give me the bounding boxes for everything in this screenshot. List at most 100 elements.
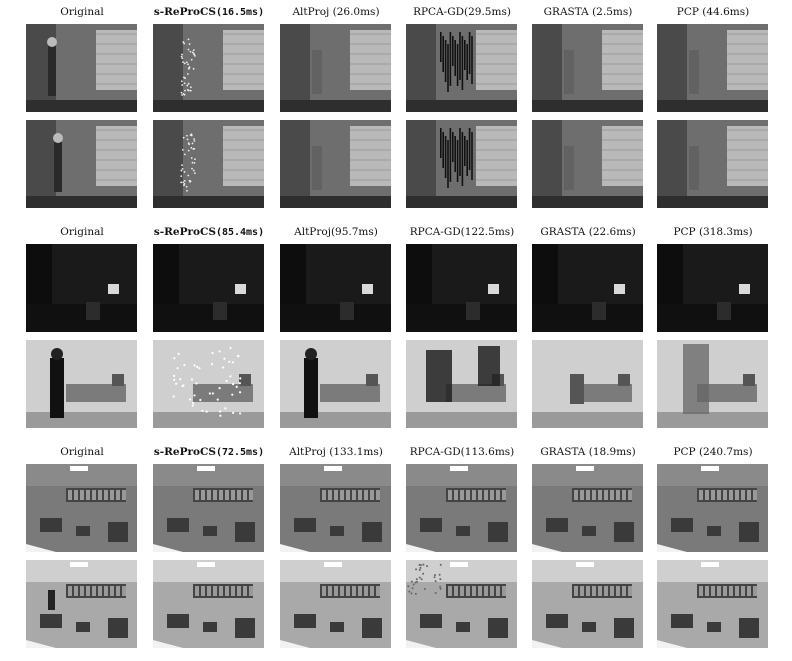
frame-image [532, 120, 643, 208]
frame-image [26, 464, 137, 552]
video-frame-lab [406, 244, 517, 332]
frame-image [280, 24, 391, 112]
runtime-label: (18.9ms) [585, 446, 635, 458]
frame-image [153, 464, 264, 552]
method-name: AltProj [292, 6, 329, 18]
video-frame-office [153, 24, 264, 112]
video-frame-lobby [532, 464, 643, 552]
column-label: Original [26, 226, 138, 239]
frame-image [26, 120, 137, 208]
frame-image [153, 560, 264, 648]
frame-image [532, 340, 643, 428]
method-name: Original [60, 446, 103, 458]
method-name: Original [60, 6, 103, 18]
method-name: AltProj [289, 446, 326, 458]
method-name: s-ReProCS [154, 6, 216, 18]
video-frame-lobby [280, 560, 391, 648]
column-label: GRASTA (18.9ms) [532, 446, 644, 459]
method-name: PCP [673, 226, 695, 238]
video-frame-office [26, 120, 137, 208]
column-label: AltProj(95.7ms) [280, 226, 392, 239]
video-frame-lobby [406, 464, 517, 552]
runtime-label: (95.7ms) [331, 226, 378, 238]
video-frame-lobby [532, 560, 643, 648]
frame-image [657, 464, 768, 552]
frame-image [406, 24, 517, 112]
column-label: AltProj (26.0ms) [280, 6, 392, 19]
runtime-label: (26.0ms) [329, 6, 379, 18]
column-label: AltProj (133.1ms) [280, 446, 392, 459]
video-frame-lobby [657, 560, 768, 648]
runtime-label: (318.3ms) [696, 226, 753, 238]
video-frame-lobby [153, 464, 264, 552]
video-frame-office [153, 120, 264, 208]
video-frame-office [657, 120, 768, 208]
column-label: GRASTA (22.6ms) [532, 226, 644, 239]
column-label: Original [26, 446, 138, 459]
frame-image [532, 560, 643, 648]
column-label: RPCA-GD(122.5ms) [406, 226, 518, 239]
runtime-label: (113.6ms) [461, 446, 515, 458]
comparison-group-lobby: Original s-ReProCS(72.5ms) AltProj (133.1m… [0, 446, 792, 648]
frame-image [153, 24, 264, 112]
video-frame-lobby [406, 560, 517, 648]
video-frame-office [280, 24, 391, 112]
frame-image [657, 340, 768, 428]
frame-image [153, 244, 264, 332]
video-frame-lab [406, 340, 517, 428]
runtime-label: (44.6ms) [699, 6, 749, 18]
video-frame-lobby [657, 464, 768, 552]
method-name: GRASTA [540, 226, 585, 238]
video-frame-office [280, 120, 391, 208]
column-label: RPCA-GD(29.5ms) [406, 6, 518, 19]
video-frame-lab [26, 340, 137, 428]
video-frame-lab [153, 244, 264, 332]
column-label: s-ReProCS(16.5ms) [153, 6, 265, 19]
video-frame-office [532, 120, 643, 208]
comparison-group-office: Original s-ReProCS(16.5ms) AltProj (26.0ms… [0, 6, 792, 208]
frame-image [406, 244, 517, 332]
column-label: RPCA-GD(113.6ms) [406, 446, 518, 459]
column-label: GRASTA (2.5ms) [532, 6, 644, 19]
frame-image [657, 120, 768, 208]
method-name: s-ReProCS [154, 226, 216, 238]
method-name: RPCA-GD [413, 6, 464, 18]
frame-image [26, 244, 137, 332]
frame-image [153, 120, 264, 208]
video-frame-lobby [153, 560, 264, 648]
runtime-label: (240.7ms) [696, 446, 753, 458]
method-name: Original [60, 226, 103, 238]
frame-image [280, 464, 391, 552]
runtime-label: (133.1ms) [326, 446, 383, 458]
frame-image [657, 244, 768, 332]
frame-image [657, 560, 768, 648]
method-name: RPCA-GD [410, 226, 461, 238]
video-frame-office [657, 24, 768, 112]
runtime-label: (72.5ms) [216, 447, 264, 458]
video-frame-lab [532, 340, 643, 428]
frame-image [532, 464, 643, 552]
video-frame-lab [657, 340, 768, 428]
video-frame-lobby [26, 560, 137, 648]
video-frame-lab [280, 244, 391, 332]
frame-image [406, 120, 517, 208]
runtime-label: (122.5ms) [461, 226, 515, 238]
frame-image [26, 340, 137, 428]
frame-image [406, 340, 517, 428]
video-frame-lab [280, 340, 391, 428]
video-frame-lab [532, 244, 643, 332]
video-frame-lobby [26, 464, 137, 552]
column-label: Original [26, 6, 138, 19]
frame-image [26, 560, 137, 648]
method-name: GRASTA [544, 6, 589, 18]
column-label: PCP (318.3ms) [657, 226, 769, 239]
runtime-label: (22.6ms) [585, 226, 635, 238]
runtime-label: (16.5ms) [216, 7, 264, 18]
frame-image [153, 340, 264, 428]
method-name: s-ReProCS [154, 446, 216, 458]
runtime-label: (2.5ms) [589, 6, 633, 18]
video-frame-office [406, 120, 517, 208]
method-name: PCP [673, 446, 695, 458]
video-frame-lobby [280, 464, 391, 552]
frame-image [280, 340, 391, 428]
